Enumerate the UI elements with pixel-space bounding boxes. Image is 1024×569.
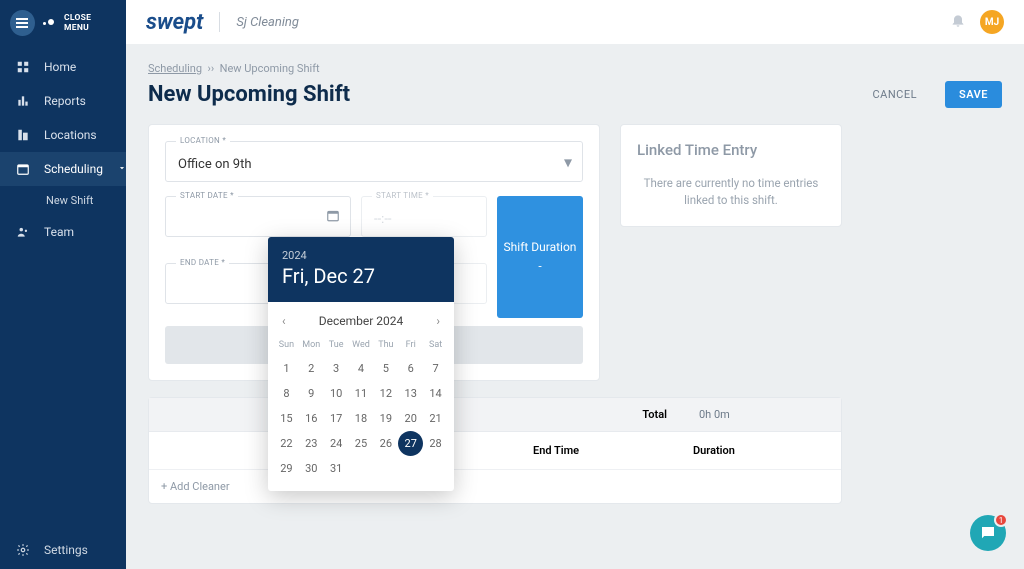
sidebar-item-home[interactable]: Home — [0, 50, 126, 84]
calendar-day[interactable]: 27 — [398, 431, 423, 456]
location-icon — [16, 128, 30, 142]
calendar-day[interactable]: 2 — [299, 356, 324, 381]
calendar-day[interactable]: 22 — [274, 431, 299, 456]
gear-icon — [16, 543, 30, 557]
calendar-day[interactable]: 30 — [299, 456, 324, 481]
sidebar-item-locations[interactable]: Locations — [0, 118, 126, 152]
calendar-day[interactable]: 17 — [324, 406, 349, 431]
calendar-day[interactable]: 20 — [398, 406, 423, 431]
calendar-dow: Wed — [349, 336, 374, 356]
start-time-input[interactable]: START TIME * --:-- — [361, 196, 487, 237]
total-value: 0h 0m — [683, 398, 746, 431]
calendar-day[interactable]: 11 — [349, 381, 374, 406]
avatar[interactable]: MJ — [980, 10, 1004, 34]
dashboard-icon — [16, 60, 30, 74]
calendar-day[interactable]: 12 — [373, 381, 398, 406]
start-date-input[interactable]: START DATE * — [165, 196, 351, 237]
calendar-day[interactable]: 31 — [324, 456, 349, 481]
cleaners-table: Total 0h 0m Start Time End Time Duration… — [148, 397, 842, 504]
calendar-day[interactable]: 10 — [324, 381, 349, 406]
calendar-day[interactable]: 16 — [299, 406, 324, 431]
sidebar-item-label: Home — [44, 60, 76, 74]
calendar-day[interactable]: 6 — [398, 356, 423, 381]
calendar-dow: Sun — [274, 336, 299, 356]
calendar-day[interactable]: 4 — [349, 356, 374, 381]
sidebar-item-reports[interactable]: Reports — [0, 84, 126, 118]
breadcrumb-parent[interactable]: Scheduling — [148, 62, 202, 75]
calendar-day[interactable]: 19 — [373, 406, 398, 431]
sidebar-item-label: Reports — [44, 94, 86, 108]
topbar: swept Sj Cleaning MJ — [126, 0, 1024, 44]
calendar-icon — [16, 162, 30, 176]
calendar-day[interactable]: 23 — [299, 431, 324, 456]
close-menu-label[interactable]: CLOSE MENU — [64, 13, 116, 33]
calendar-day[interactable]: 14 — [423, 381, 448, 406]
sidebar-item-label: Settings — [44, 543, 88, 557]
chat-button[interactable]: 1 — [970, 515, 1006, 551]
calendar-day[interactable]: 28 — [423, 431, 448, 456]
calendar-day[interactable]: 15 — [274, 406, 299, 431]
chart-icon — [16, 94, 30, 108]
sidebar-item-label: Locations — [44, 128, 97, 142]
calendar-day[interactable]: 25 — [349, 431, 374, 456]
linked-title: Linked Time Entry — [637, 141, 825, 159]
location-select[interactable]: LOCATION * Office on 9th ▾ — [165, 141, 583, 182]
col-duration: Duration — [681, 432, 831, 469]
status-indicator-icon — [43, 19, 56, 27]
bell-icon[interactable] — [950, 12, 966, 32]
add-cleaner-button[interactable]: + Add Cleaner — [149, 469, 841, 503]
sidebar-item-scheduling[interactable]: Scheduling — [0, 152, 126, 186]
calendar-day[interactable]: 13 — [398, 381, 423, 406]
calendar-headline: Fri, Dec 27 — [282, 264, 440, 288]
chat-badge: 1 — [994, 513, 1008, 527]
calendar-dow: Sat — [423, 336, 448, 356]
calendar-day[interactable]: 24 — [324, 431, 349, 456]
sidebar-item-label: Scheduling — [44, 162, 103, 176]
calendar-day[interactable]: 5 — [373, 356, 398, 381]
page-title: New Upcoming Shift — [148, 82, 350, 107]
calendar-day[interactable]: 1 — [274, 356, 299, 381]
date-picker: 2024 Fri, Dec 27 ‹ December 2024 › SunMo… — [268, 237, 454, 491]
calendar-dow: Thu — [373, 336, 398, 356]
calendar-dow: Mon — [299, 336, 324, 356]
calendar-day[interactable]: 18 — [349, 406, 374, 431]
calendar-day[interactable]: 7 — [423, 356, 448, 381]
linked-time-panel: Linked Time Entry There are currently no… — [620, 124, 842, 227]
calendar-day[interactable]: 26 — [373, 431, 398, 456]
calendar-day[interactable]: 29 — [274, 456, 299, 481]
sidebar-item-team[interactable]: Team — [0, 215, 126, 249]
sidebar-item-settings[interactable]: Settings — [0, 531, 126, 569]
brand-logo: swept — [146, 10, 203, 35]
calendar-year[interactable]: 2024 — [282, 249, 440, 262]
org-name: Sj Cleaning — [236, 15, 299, 30]
calendar-dow: Fri — [398, 336, 423, 356]
calendar-day[interactable]: 3 — [324, 356, 349, 381]
breadcrumb: Scheduling ›› New Upcoming Shift — [148, 62, 1002, 75]
cancel-button[interactable]: CANCEL — [859, 81, 932, 108]
sidebar-subitem-new-shift[interactable]: New Shift — [0, 186, 126, 215]
calendar-day[interactable]: 9 — [299, 381, 324, 406]
menu-toggle-button[interactable] — [10, 10, 35, 36]
next-month-button[interactable]: › — [432, 312, 444, 330]
calendar-month[interactable]: December 2024 — [319, 314, 404, 328]
save-button[interactable]: SAVE — [945, 81, 1002, 108]
calendar-day[interactable]: 21 — [423, 406, 448, 431]
sidebar: CLOSE MENU Home Reports Locations Schedu… — [0, 0, 126, 569]
sidebar-item-label: Team — [44, 225, 74, 239]
shift-duration-box: Shift Duration - — [497, 196, 583, 318]
calendar-icon — [326, 207, 340, 226]
calendar-dow: Tue — [324, 336, 349, 356]
team-icon — [16, 225, 30, 239]
calendar-day[interactable]: 8 — [274, 381, 299, 406]
prev-month-button[interactable]: ‹ — [278, 312, 290, 330]
dropdown-icon: ▾ — [564, 152, 572, 171]
breadcrumb-current: New Upcoming Shift — [220, 62, 320, 75]
linked-text: There are currently no time entries link… — [637, 175, 825, 210]
col-end-time: End Time — [521, 432, 681, 469]
divider — [219, 12, 220, 32]
